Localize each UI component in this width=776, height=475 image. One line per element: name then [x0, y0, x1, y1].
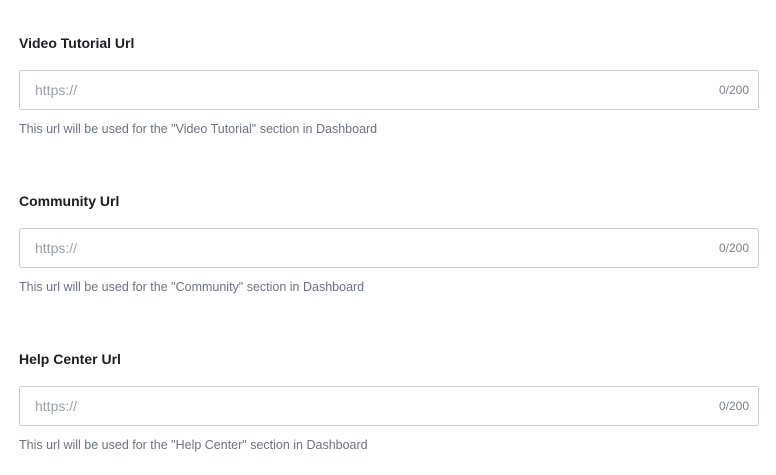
video-tutorial-url-label: Video Tutorial Url [19, 35, 135, 51]
help-center-url-input[interactable] [20, 387, 700, 425]
character-counter: 0/200 [718, 241, 749, 255]
video-tutorial-url-input[interactable] [20, 71, 700, 109]
video-tutorial-url-input-wrapper[interactable]: 0/200 [19, 70, 759, 110]
community-url-input-wrapper[interactable]: 0/200 [19, 228, 759, 268]
help-center-url-input-wrapper[interactable]: 0/200 [19, 386, 759, 426]
video-tutorial-url-helper-text: This url will be used for the "Video Tut… [19, 122, 378, 136]
character-counter: 0/200 [718, 399, 749, 413]
community-url-field: Community Url 0/200 This url will be use… [19, 192, 759, 294]
help-center-url-helper-text: This url will be used for the "Help Cent… [19, 438, 368, 452]
character-counter: 0/200 [718, 83, 749, 97]
community-url-label: Community Url [19, 193, 120, 209]
help-center-url-field: Help Center Url 0/200 This url will be u… [19, 350, 759, 452]
video-tutorial-url-field: Video Tutorial Url 0/200 This url will b… [19, 34, 759, 136]
community-url-helper-text: This url will be used for the "Community… [19, 280, 365, 294]
community-url-input[interactable] [20, 229, 700, 267]
help-center-url-label: Help Center Url [19, 351, 121, 367]
